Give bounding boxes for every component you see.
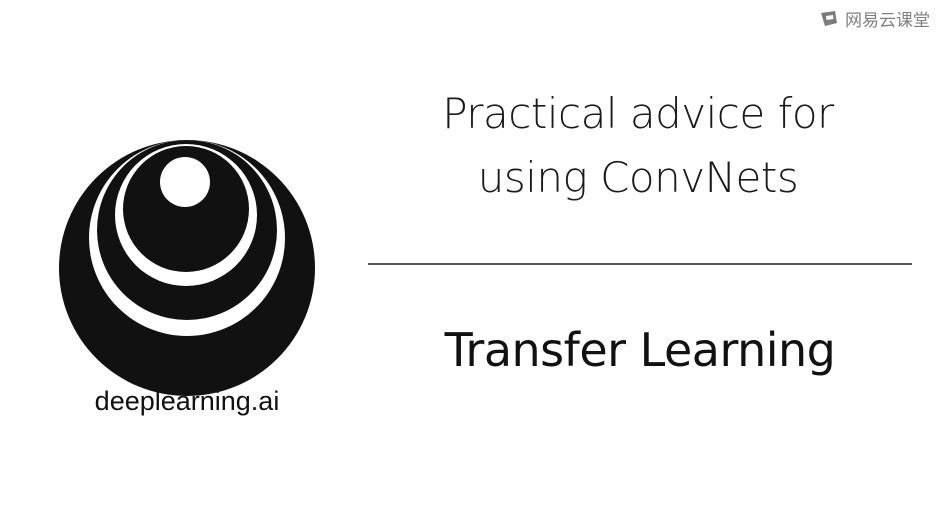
slide-title: Practical advice for using ConvNets	[368, 82, 908, 210]
netease-classroom-icon	[821, 10, 837, 26]
slide-subtitle: Transfer Learning	[444, 323, 836, 377]
divider	[368, 263, 912, 265]
watermark: 网易云课堂	[819, 6, 930, 31]
watermark-text: 网易云课堂	[845, 11, 930, 31]
slide-title-line-2: using ConvNets	[477, 153, 799, 202]
slide-title-line-1: Practical advice for	[442, 89, 834, 138]
deeplearning-logo-icon	[59, 140, 315, 396]
logo-text: deeplearning.ai	[94, 386, 280, 416]
